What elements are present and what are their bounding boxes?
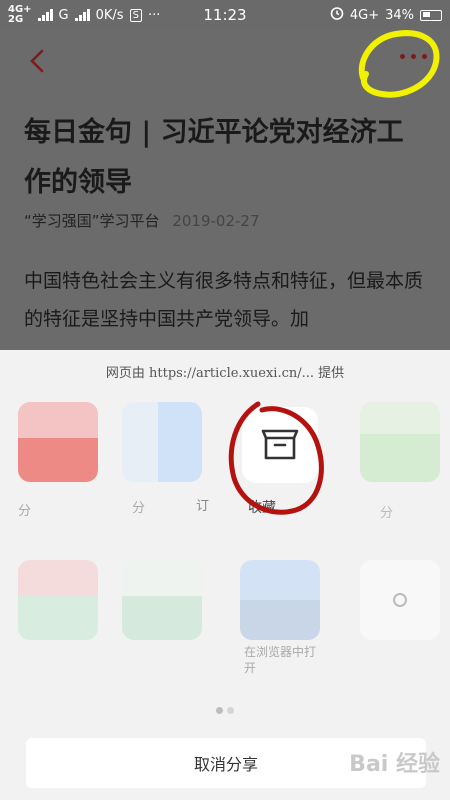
signal-icon-2 [74, 9, 90, 21]
favorite-button[interactable] [242, 407, 318, 483]
back-button[interactable] [26, 48, 48, 74]
article-body: 中国特色社会主义有很多特点和特征，但最本质的特征是坚持中国共产党领导。加 [24, 270, 424, 330]
article-meta: “学习强国”学习平台 2019-02-27 [24, 210, 260, 231]
network-speed: 0K/s [95, 7, 124, 23]
share-app-tile[interactable] [18, 560, 98, 640]
status-right: 4G+ 34% [330, 6, 442, 24]
article-view: 每日金句 | 习近平论党对经济工作的领导 “学习强国”学习平台 2019-02-… [0, 30, 450, 350]
link-icon [393, 593, 407, 607]
overflow-dots: ··· [147, 7, 161, 23]
archive-box-icon [261, 429, 299, 460]
page-indicator [0, 707, 450, 714]
signal-icon [37, 9, 53, 21]
share-app-tile[interactable] [360, 560, 440, 640]
share-app-tile[interactable] [18, 402, 98, 482]
alarm-icon [330, 6, 344, 24]
battery-percent: 34% [385, 7, 414, 23]
status-bar: 4G+ 2G G 0K/s S ··· 11:23 4G+ 34% [0, 0, 450, 30]
article-title: 每日金句 | 习近平论党对经济工作的领导 [24, 117, 404, 198]
share-app-label: 订 [196, 499, 210, 514]
article-date: 2019-02-27 [172, 212, 260, 230]
share-app-label: 分 [18, 504, 32, 519]
share-app-label: 分 [380, 506, 394, 521]
share-sheet: 网页由 https://article.xuexi.cn/... 提供 分 分 … [0, 350, 450, 800]
provider-text: 网页由 https://article.xuexi.cn/... 提供 [105, 366, 345, 381]
s-badge-icon: S [129, 8, 142, 22]
share-app-tile[interactable] [360, 402, 440, 482]
network-stack: 4G+ 2G [8, 5, 32, 25]
share-app-label: 在浏览器中打开 [244, 645, 317, 675]
page-dot [227, 707, 234, 714]
more-dot-icon [411, 54, 416, 59]
page-dot-active [216, 707, 223, 714]
more-button[interactable] [400, 54, 440, 68]
share-app-tile[interactable] [122, 402, 202, 482]
status-left: 4G+ 2G G 0K/s S ··· [8, 5, 160, 25]
network-type-2: 2G [8, 14, 24, 25]
more-dot-icon [400, 54, 405, 59]
more-dot-icon [422, 54, 427, 59]
right-network-type: 4G+ [349, 7, 380, 23]
share-app-label: 分 [132, 501, 146, 516]
share-app-tile[interactable] [240, 560, 320, 640]
chevron-left-icon [30, 49, 44, 73]
share-app-tile[interactable] [122, 560, 202, 640]
cancel-share-button[interactable]: 取消分享 [26, 738, 426, 788]
carrier-mark: G [58, 7, 69, 23]
article-source: “学习强国”学习平台 [24, 212, 160, 230]
battery-icon [420, 9, 442, 21]
favorite-label: 收藏 [248, 500, 276, 516]
